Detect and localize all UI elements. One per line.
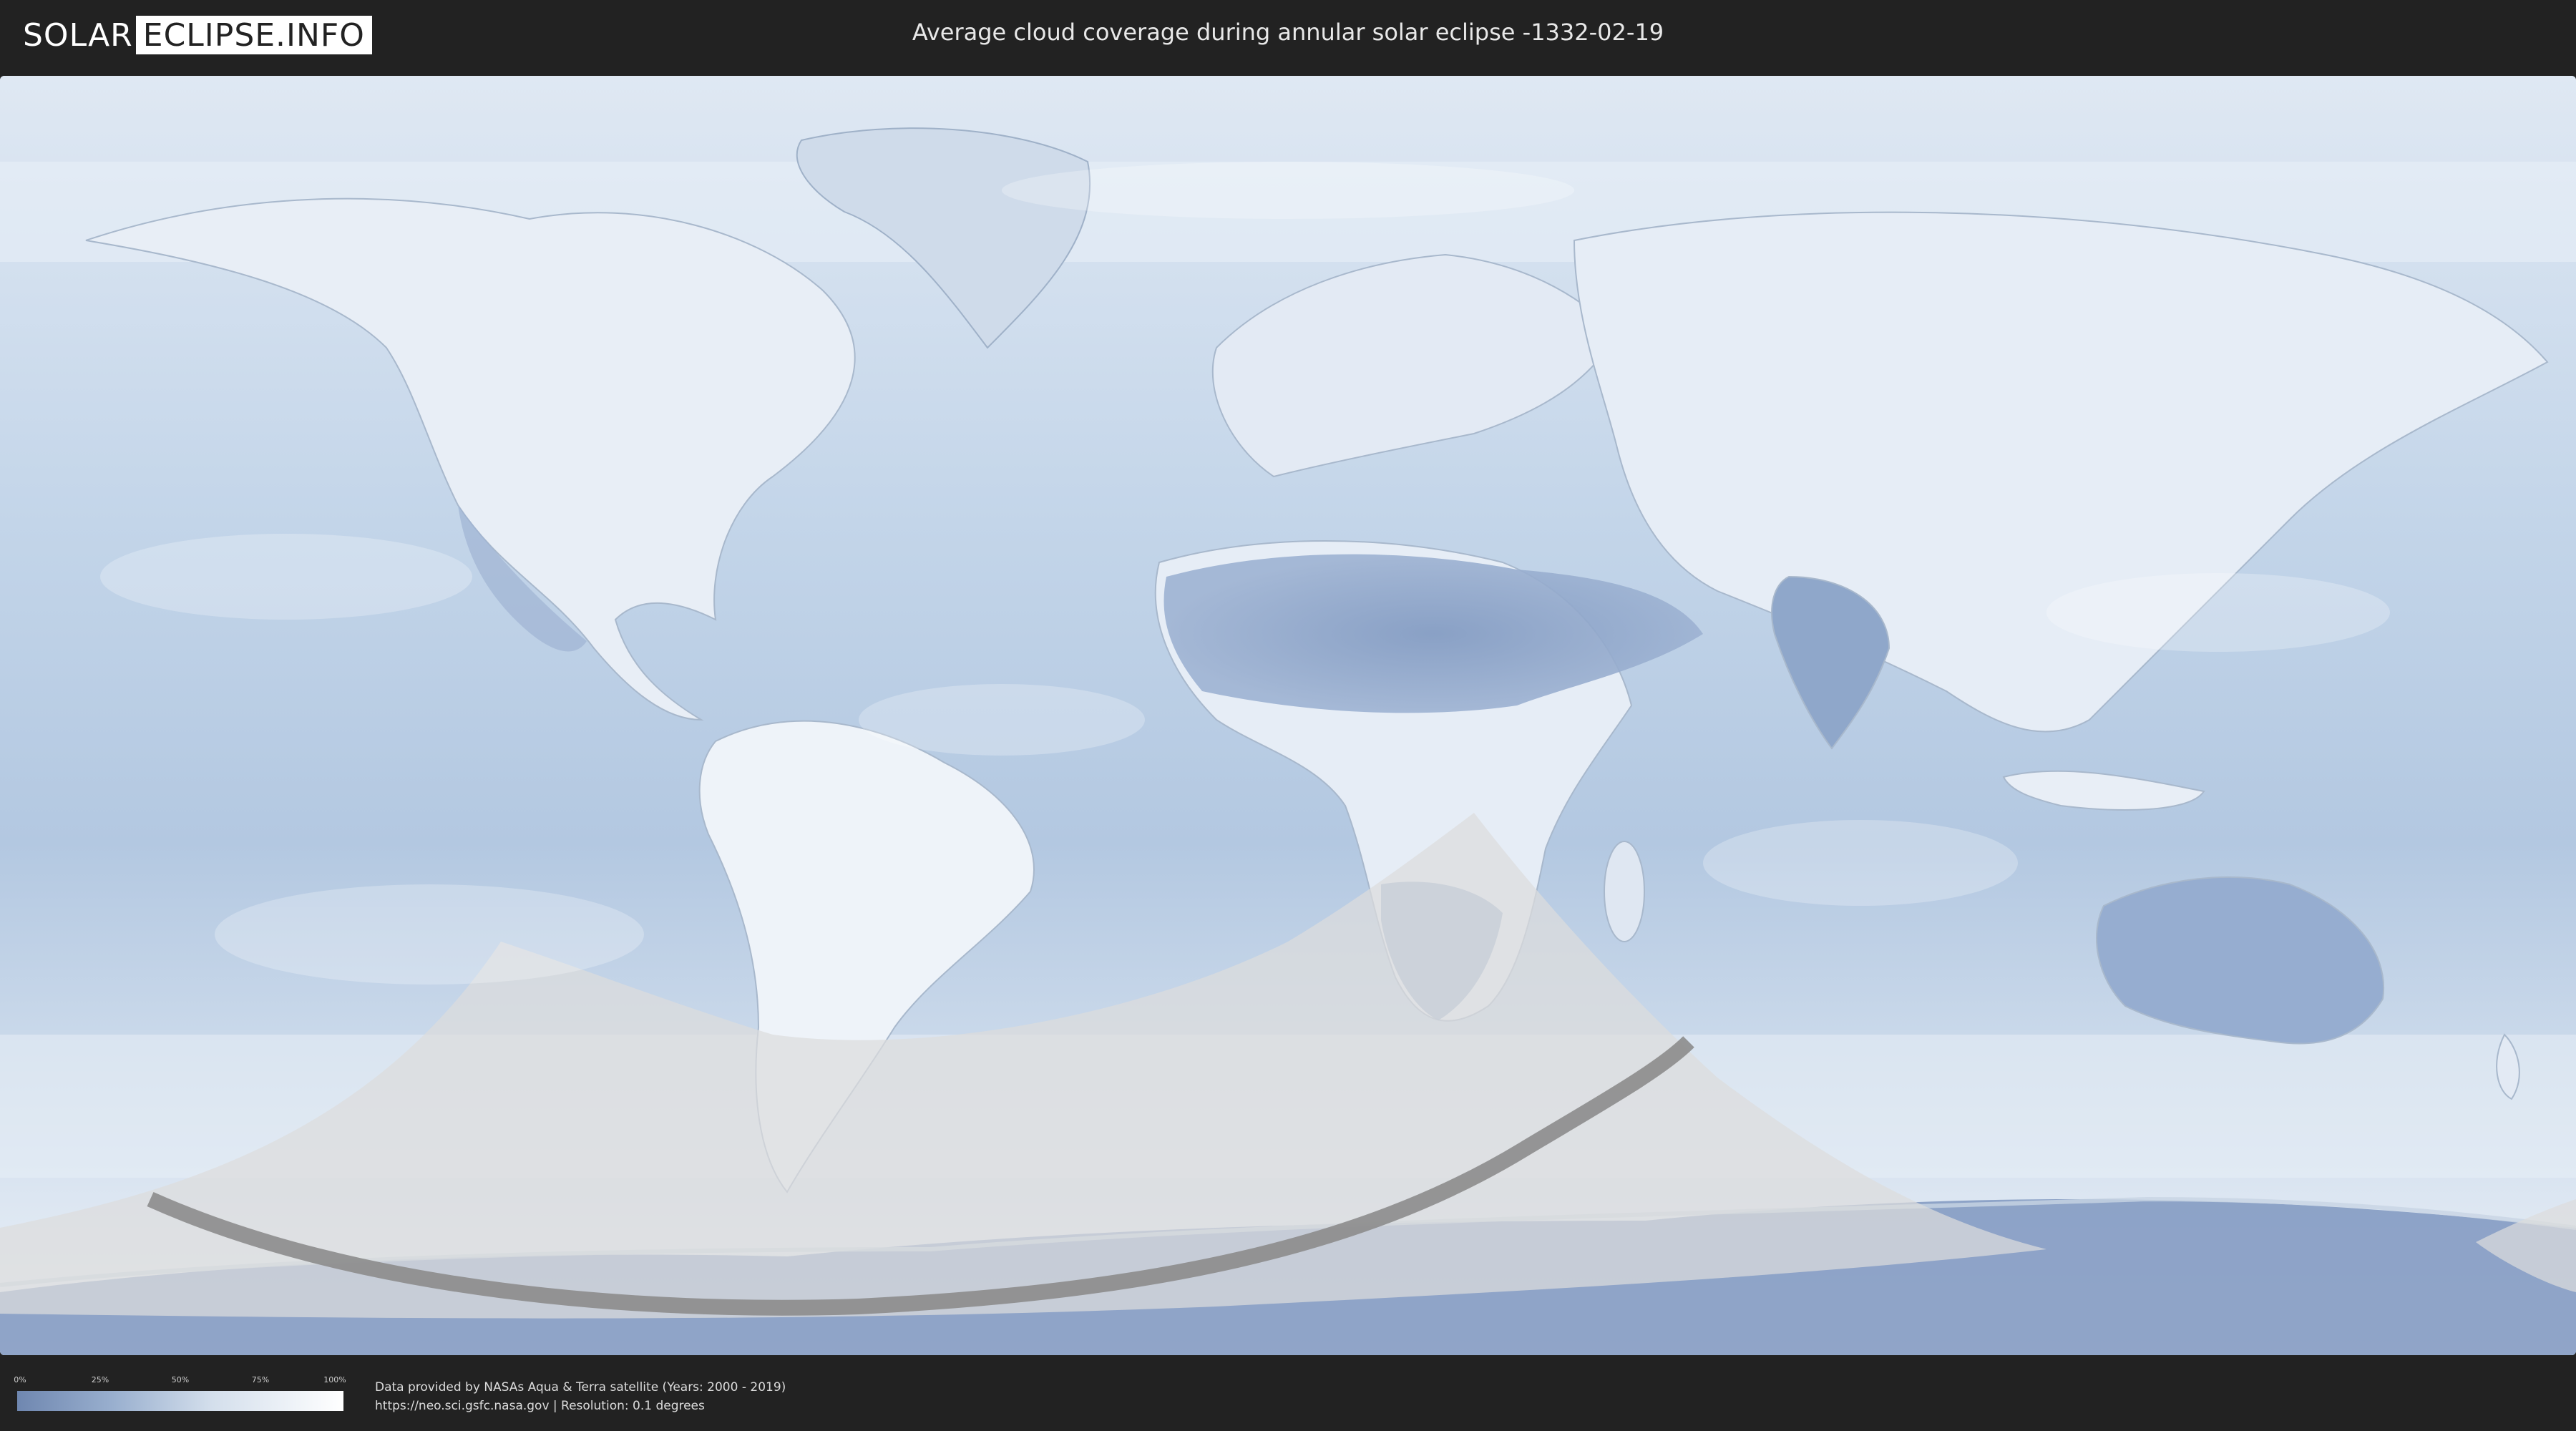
header-bar: SOLAR ECLIPSE.INFO Average cloud coverag… — [0, 0, 2576, 72]
legend-gradient-bar — [17, 1391, 343, 1411]
madagascar — [1604, 841, 1645, 942]
legend-tick-50: 50% — [171, 1375, 190, 1384]
data-credits: Data provided by NASAs Aqua & Terra sate… — [375, 1378, 786, 1415]
legend-tick-0: 0% — [14, 1375, 26, 1384]
legend-tick-75: 75% — [251, 1375, 270, 1384]
legend-ticks: 0% 25% 50% 75% 100% — [14, 1375, 346, 1385]
credits-line-source: Data provided by NASAs Aqua & Terra sate… — [375, 1380, 786, 1395]
cloud-coverage-map[interactable] — [0, 76, 2576, 1355]
cloud-coverage-legend: 0% 25% 50% 75% 100% — [14, 1375, 346, 1414]
page-title: Average cloud coverage during annular so… — [912, 19, 1664, 46]
map-svg — [0, 76, 2576, 1355]
credits-line-url[interactable]: https://neo.sci.gsfc.nasa.gov | Resoluti… — [375, 1397, 786, 1415]
legend-tick-100: 100% — [323, 1375, 346, 1384]
legend-tick-25: 25% — [91, 1375, 109, 1384]
